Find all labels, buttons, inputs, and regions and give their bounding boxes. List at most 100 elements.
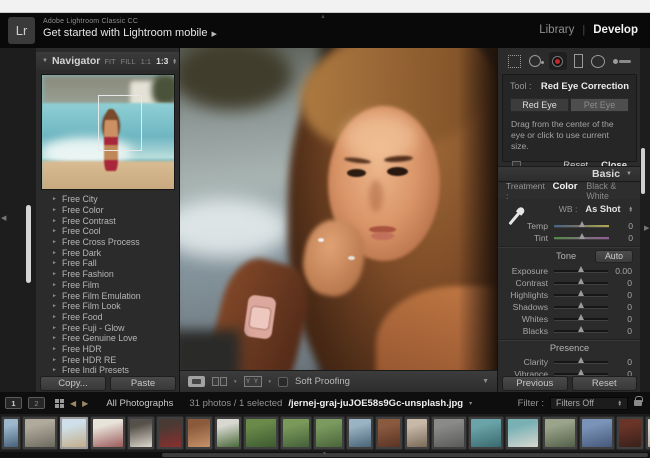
soft-proofing-checkbox[interactable] bbox=[278, 377, 288, 387]
filter-lock-icon[interactable] bbox=[634, 400, 642, 406]
zoom-option[interactable]: 1:3 bbox=[156, 56, 168, 66]
slider-thumb[interactable] bbox=[578, 357, 584, 363]
slider-track[interactable] bbox=[554, 306, 608, 308]
filmstrip-thumbnail[interactable] bbox=[185, 416, 213, 450]
auto-tone-button[interactable]: Auto bbox=[595, 250, 633, 263]
treatment-option[interactable]: Color bbox=[553, 181, 578, 201]
slider-track[interactable] bbox=[554, 282, 608, 284]
chevron-down-icon[interactable]: ▾ bbox=[234, 379, 237, 385]
preset-item[interactable]: ► Free Film Emulation bbox=[36, 290, 180, 301]
wb-value[interactable]: As Shot bbox=[585, 204, 620, 214]
left-panel-scrollbar[interactable] bbox=[26, 205, 31, 283]
mode-button[interactable]: Red Eye bbox=[510, 98, 569, 112]
zoom-option[interactable]: 1:1 bbox=[141, 57, 151, 66]
filmstrip-thumbnail[interactable] bbox=[375, 416, 403, 450]
slider-thumb[interactable] bbox=[578, 302, 584, 308]
red-eye-correction-icon[interactable] bbox=[549, 52, 567, 70]
slider-thumb[interactable] bbox=[579, 233, 585, 239]
copy-button[interactable]: Copy... bbox=[40, 376, 106, 391]
toolbar-options-icon[interactable]: ▼ bbox=[482, 378, 489, 385]
top-panel-collapse-icon[interactable]: ▲ bbox=[320, 14, 326, 20]
preset-item[interactable]: ► Free Dark bbox=[36, 247, 180, 258]
paste-button[interactable]: Paste bbox=[110, 376, 176, 391]
filmstrip-thumbnail[interactable] bbox=[22, 416, 58, 450]
filmstrip-scrollbar-thumb[interactable] bbox=[162, 453, 648, 457]
grid-view-icon[interactable] bbox=[55, 399, 64, 408]
preset-item[interactable]: ► Free Fall bbox=[36, 258, 180, 269]
filmstrip-thumbnail[interactable] bbox=[645, 416, 650, 450]
loupe-view-icon[interactable] bbox=[188, 376, 205, 387]
filmstrip-thumbnail[interactable] bbox=[214, 416, 242, 450]
preset-item[interactable]: ► Free Fashion bbox=[36, 269, 180, 280]
adjustment-brush-icon[interactable] bbox=[613, 56, 631, 66]
slider-track[interactable] bbox=[554, 373, 608, 375]
slider-track[interactable] bbox=[554, 270, 608, 272]
radial-filter-icon[interactable] bbox=[591, 55, 605, 68]
filmstrip-thumbnail[interactable] bbox=[280, 416, 312, 450]
filmstrip-thumbnail[interactable] bbox=[90, 416, 126, 450]
slider-track[interactable] bbox=[554, 225, 609, 227]
zoom-stepper-icon[interactable]: ▲▼ bbox=[172, 58, 176, 64]
preset-item[interactable]: ► Free Fuji - Glow bbox=[36, 322, 180, 333]
filmstrip-thumbnail[interactable] bbox=[346, 416, 374, 450]
preset-item[interactable]: ► Free Color bbox=[36, 205, 180, 216]
bottom-panel-collapse-icon[interactable]: ▼ bbox=[322, 451, 327, 457]
slider-thumb[interactable] bbox=[578, 290, 584, 296]
navigator-header[interactable]: ▼ Navigator FITFILL1:11:3 ▲▼ bbox=[36, 52, 180, 70]
right-panel-collapse-icon[interactable]: ▶ bbox=[644, 224, 649, 232]
preset-item[interactable]: ► Free Film Look bbox=[36, 301, 180, 312]
slider-track[interactable] bbox=[554, 361, 608, 363]
preset-item[interactable]: ► Free Genuine Love bbox=[36, 333, 180, 344]
filmstrip-thumbnail[interactable] bbox=[505, 416, 541, 450]
preset-item[interactable]: ► Free Cross Process bbox=[36, 237, 180, 248]
preset-item[interactable]: ► Free Indi Presets bbox=[36, 365, 180, 376]
filmstrip-thumbnail[interactable] bbox=[243, 416, 279, 450]
chevron-down-icon[interactable]: ▾ bbox=[269, 379, 272, 385]
preset-item[interactable]: ► Free Cool bbox=[36, 226, 180, 237]
spot-removal-icon[interactable] bbox=[529, 55, 541, 67]
slider-thumb[interactable] bbox=[579, 221, 585, 227]
slider-thumb[interactable] bbox=[578, 369, 584, 375]
filmstrip-thumbnail[interactable] bbox=[127, 416, 155, 450]
filmstrip-thumbnail[interactable] bbox=[313, 416, 345, 450]
slider-track[interactable] bbox=[554, 318, 608, 320]
right-panel-scrollbar[interactable] bbox=[641, 148, 645, 194]
filmstrip-thumbnail[interactable] bbox=[579, 416, 615, 450]
slider-thumb[interactable] bbox=[578, 314, 584, 320]
mode-button[interactable]: Pet Eye bbox=[570, 98, 629, 112]
filmstrip-thumbnail[interactable] bbox=[468, 416, 504, 450]
filmstrip-thumbnail[interactable] bbox=[616, 416, 644, 450]
preset-item[interactable]: ► Free Contrast bbox=[36, 215, 180, 226]
chevron-down-icon[interactable]: ▾ bbox=[469, 400, 472, 407]
photo-canvas[interactable] bbox=[180, 48, 497, 370]
filter-dropdown[interactable]: Filters Off ▲▼ bbox=[550, 397, 628, 410]
filmstrip-thumbnail[interactable] bbox=[1, 416, 21, 450]
lightroom-mobile-promo[interactable]: Get started with Lightroom mobile▶ bbox=[43, 27, 217, 39]
zoom-option[interactable]: FIT bbox=[104, 57, 115, 66]
filmstrip-thumbnail[interactable] bbox=[542, 416, 578, 450]
wb-stepper-icon[interactable]: ▲▼ bbox=[629, 206, 633, 212]
navigator-zoom-box[interactable] bbox=[98, 95, 142, 151]
primary-monitor-icon[interactable]: 1 bbox=[5, 397, 22, 409]
preset-item[interactable]: ► Free Film bbox=[36, 280, 180, 291]
previous-button[interactable]: Previous bbox=[502, 376, 568, 391]
navigator-preview[interactable] bbox=[41, 74, 175, 190]
graduated-filter-icon[interactable] bbox=[574, 54, 583, 68]
preset-item[interactable]: ► Free City bbox=[36, 194, 180, 205]
yy-view-icon[interactable]: Y Y bbox=[244, 376, 262, 387]
filmstrip-thumbnail[interactable] bbox=[156, 416, 184, 450]
filmstrip-filename[interactable]: /jernej-graj-juJOE58s9Gc-unsplash.jpg bbox=[288, 398, 463, 409]
filmstrip-source[interactable]: All Photographs bbox=[106, 398, 173, 409]
previous-photo-icon[interactable]: ◀ bbox=[70, 399, 76, 408]
preset-item[interactable]: ► Free HDR RE bbox=[36, 354, 180, 365]
slider-track[interactable] bbox=[554, 294, 608, 296]
treatment-option[interactable]: Black & White bbox=[586, 181, 633, 201]
preset-item[interactable]: ► Free Food bbox=[36, 312, 180, 323]
filmstrip-thumbnail[interactable] bbox=[404, 416, 430, 450]
crop-overlay-icon[interactable] bbox=[508, 55, 521, 68]
module-tab[interactable]: Develop bbox=[593, 24, 638, 36]
preset-item[interactable]: ► Free HDR bbox=[36, 344, 180, 355]
left-panel-collapse-icon[interactable]: ◀ bbox=[1, 214, 6, 222]
slider-track[interactable] bbox=[554, 237, 609, 239]
basic-panel-header[interactable]: Basic ▼ bbox=[498, 166, 640, 182]
